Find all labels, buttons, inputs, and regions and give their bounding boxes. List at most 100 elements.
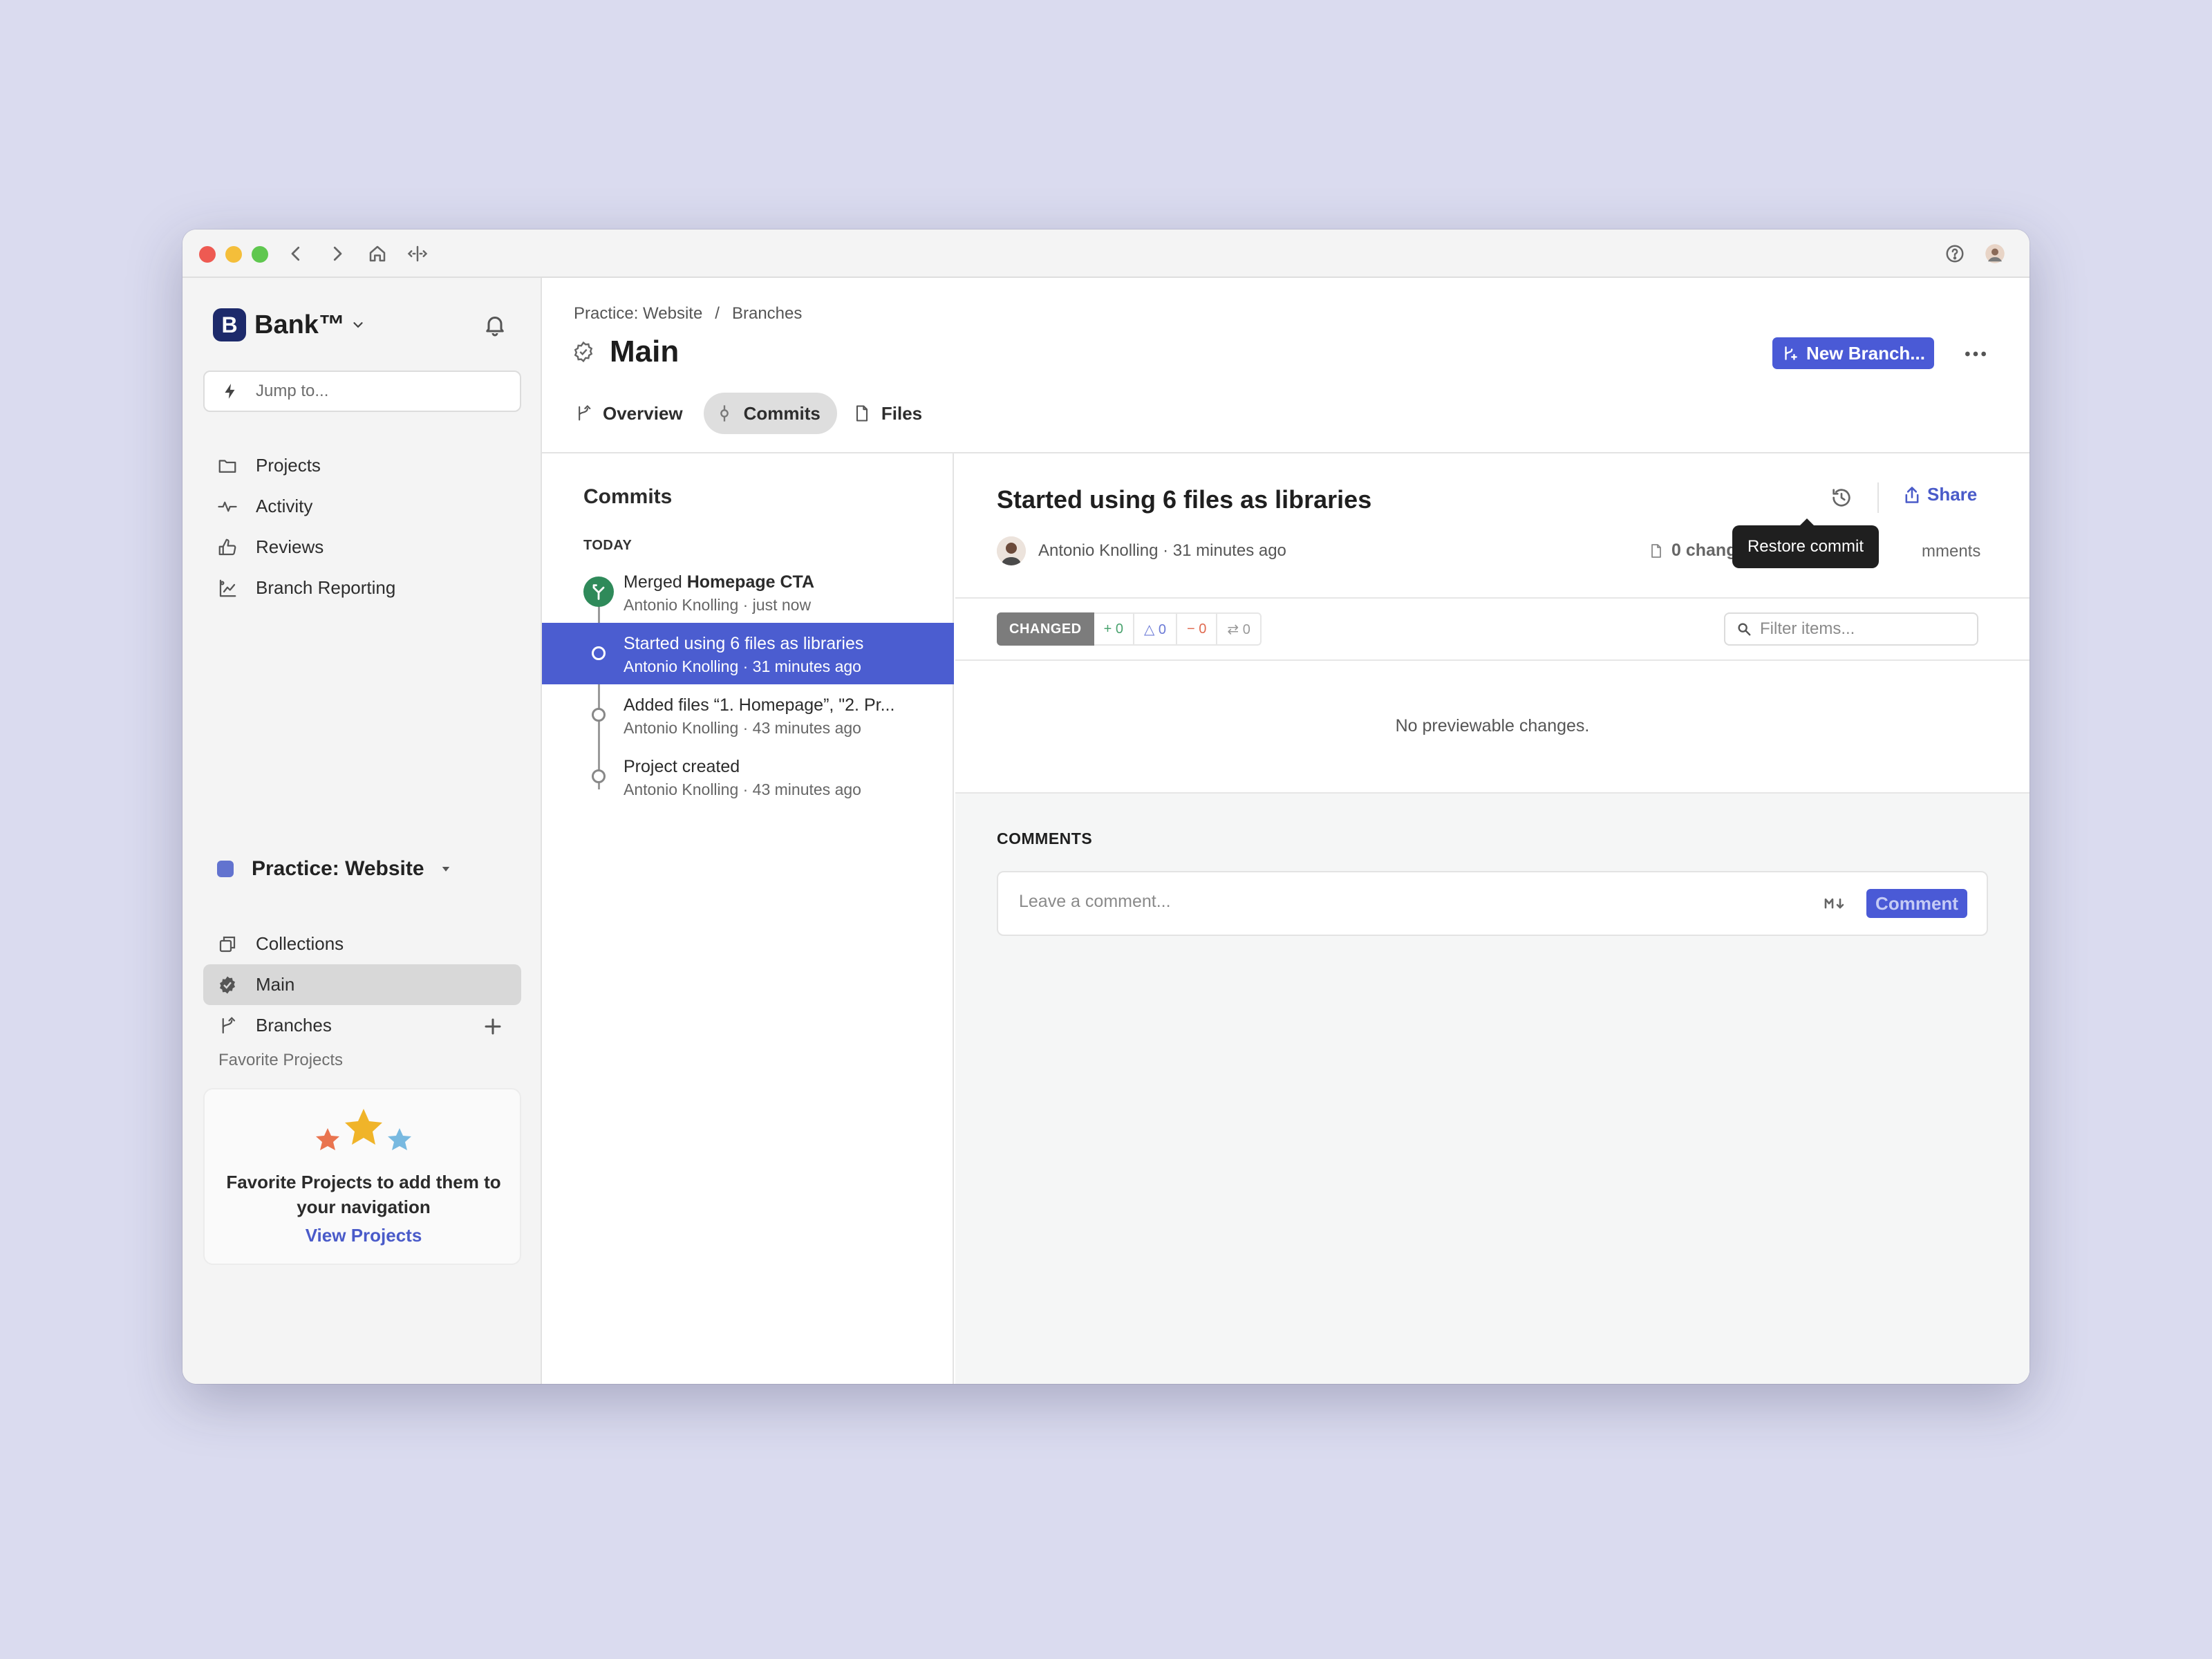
commit-title: Merged Homepage CTA [624,572,814,592]
minimize-window-button[interactable] [225,246,242,263]
commits-group-label: TODAY [583,538,632,553]
commit-author: Antonio Knolling · 31 minutes ago [997,536,1286,565]
renamed-count[interactable]: ⇄ 0 [1217,612,1262,646]
app-window: B Bank™ Projects Activity Reviews [182,229,2030,1384]
title-bar [182,229,2030,278]
filter-items-field[interactable] [1724,612,1978,646]
add-branch-icon[interactable] [482,1016,503,1037]
removed-count[interactable]: − 0 [1177,612,1218,646]
back-arrow-icon[interactable] [283,241,308,266]
commit-dot [592,646,606,660]
commit-item[interactable]: Project created Antonio Knolling · 43 mi… [542,746,954,807]
share-label: Share [1927,484,1978,505]
tab-overview[interactable]: Overview [563,393,700,434]
merge-icon [583,577,614,607]
commit-title-prefix: Merged [624,572,687,592]
breadcrumb: Practice: Website / Branches [574,304,802,324]
forward-arrow-icon[interactable] [325,241,350,266]
comment-submit-button[interactable]: Comment [1866,889,1967,918]
sidebar-item-branches[interactable]: Branches [203,1005,521,1046]
thumbs-up-icon [218,538,236,555]
stars-illustration [316,1109,411,1150]
commit-item[interactable]: Merged Homepage CTA Antonio Knolling · j… [542,561,954,623]
sidebar-item-activity[interactable]: Activity [203,486,521,527]
project-header[interactable]: Practice: Website [217,857,452,881]
page-title-row: Main [572,335,679,369]
share-button[interactable]: Share [1902,484,1977,505]
breadcrumb-project[interactable]: Practice: Website [574,304,702,324]
commit-dot [592,708,606,722]
lightning-icon [225,384,235,399]
added-count[interactable]: + 0 [1094,612,1134,646]
section-divider [955,792,2030,794]
workspace-name: Bank™ [254,310,345,339]
comment-input[interactable] [1019,892,1779,912]
main-branch-icon [220,976,235,993]
tab-commits[interactable]: Commits [703,393,837,434]
commit-detail-panel: Started using 6 files as libraries Share… [955,453,2030,1384]
workspace-switcher[interactable]: B Bank™ [213,308,366,341]
bell-icon[interactable] [482,312,507,337]
sidebar-item-reviews[interactable]: Reviews [203,527,521,568]
restore-commit-icon[interactable] [1824,481,1859,514]
sidebar-item-collections[interactable]: Collections [203,924,521,964]
sidebar-item-label: Reviews [256,536,324,557]
collections-icon [219,936,236,952]
sync-icon[interactable] [405,241,430,266]
new-branch-button[interactable]: New Branch... [1772,337,1934,369]
sidebar-item-label: Projects [256,455,321,476]
restore-commit-tooltip: Restore commit [1732,518,1879,568]
filter-items-input[interactable] [1760,619,1967,639]
commit-title: Started using 6 files as libraries [624,634,864,653]
more-options-icon[interactable] [1962,341,1989,366]
search-icon [1738,623,1751,636]
tab-files[interactable]: Files [841,393,939,434]
commit-title: Added files “1. Homepage”, "2. Pr... [624,695,895,715]
file-icon [856,405,868,422]
favorite-projects-text: Favorite Projects to add them to your na… [226,1172,501,1217]
markdown-icon[interactable] [1824,894,1848,912]
jump-to-search[interactable] [203,371,521,412]
jump-input[interactable] [256,382,518,401]
commit-detail-title: Started using 6 files as libraries [997,485,1372,514]
sidebar-item-label: Branch Reporting [256,577,396,598]
detail-divider [955,597,2030,599]
modified-count[interactable]: △ 0 [1134,612,1178,646]
close-window-button[interactable] [199,246,216,263]
chevron-down-icon [353,322,363,328]
new-branch-icon [1785,346,1797,360]
share-icon [1905,486,1919,503]
view-projects-link[interactable]: View Projects [205,1225,523,1246]
changed-filter-badge[interactable]: CHANGED [997,612,1094,646]
commits-title: Commits [583,485,673,508]
new-branch-label: New Branch... [1806,342,1925,364]
maximize-window-button[interactable] [252,246,268,263]
user-avatar[interactable] [1983,241,2007,266]
main-nav: Projects Activity Reviews Branch Reporti… [203,445,521,608]
commit-dot [592,769,606,783]
commit-item[interactable]: Added files “1. Homepage”, "2. Pr... Ant… [542,684,954,746]
author-avatar [997,536,1026,565]
breadcrumb-branches[interactable]: Branches [732,304,802,324]
main-content: Practice: Website / Branches Main New Br… [542,278,2030,1384]
commit-title-bold: Homepage CTA [686,572,814,592]
commit-meta: Antonio Knolling · 43 minutes ago [624,780,861,798]
sidebar-item-branch-reporting[interactable]: Branch Reporting [203,568,521,608]
sidebar-item-label: Activity [256,496,313,516]
home-icon[interactable] [365,241,390,266]
commit-item-selected[interactable]: Started using 6 files as libraries Anton… [542,623,954,684]
tab-label: Commits [743,402,821,424]
tab-label: Files [881,402,923,424]
workspace-logo: B [213,308,246,341]
sidebar: B Bank™ Projects Activity Reviews [182,278,542,1384]
branch-icon [579,405,591,421]
commit-icon [720,405,729,422]
commit-meta: Antonio Knolling · 31 minutes ago [624,657,861,675]
filter-divider [955,659,2030,661]
question-circle-icon[interactable] [1942,241,1967,266]
commit-detail-header: Started using 6 files as libraries Share… [955,453,2030,794]
sidebar-item-projects[interactable]: Projects [203,445,521,486]
comments-count[interactable]: mments [1922,542,1980,561]
sidebar-item-main[interactable]: Main [203,964,521,1005]
comments-section-title: COMMENTS [997,830,1093,847]
